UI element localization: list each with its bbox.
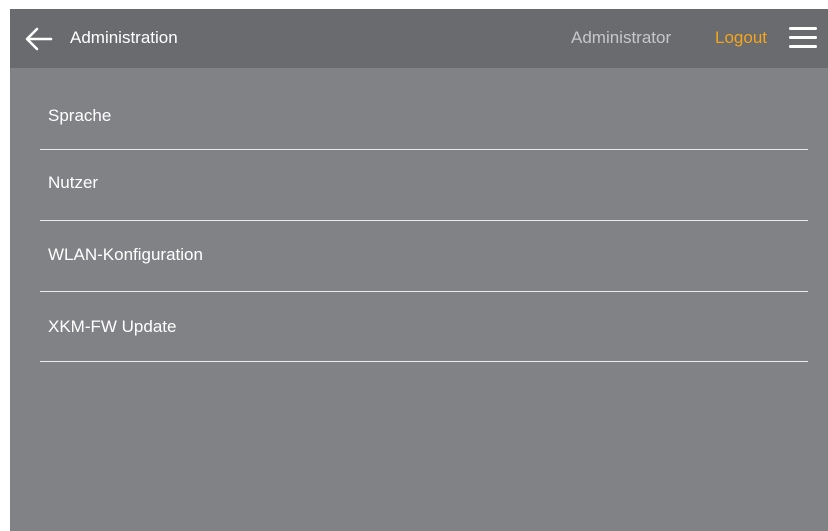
top-bar: Administration Administrator Logout (10, 9, 828, 68)
menu-item-label: Nutzer (48, 173, 99, 192)
logout-link[interactable]: Logout (715, 28, 767, 48)
menu-button[interactable] (789, 26, 819, 50)
menu-item-xkm-fw-update[interactable]: XKM-FW Update (40, 292, 808, 362)
admin-menu-list: Sprache Nutzer WLAN-Konfiguration XKM-FW… (40, 68, 808, 362)
app-screen: Administration Administrator Logout Spra… (10, 9, 828, 531)
back-button[interactable] (24, 26, 54, 52)
arrow-left-icon (25, 27, 53, 51)
menu-item-nutzer[interactable]: Nutzer (40, 150, 808, 221)
current-user-label: Administrator (571, 28, 672, 47)
menu-item-sprache[interactable]: Sprache (40, 68, 808, 150)
menu-item-label: Sprache (48, 106, 112, 125)
menu-item-label: XKM-FW Update (48, 317, 177, 336)
page-title: Administration (70, 28, 178, 47)
menu-item-label: WLAN-Konfiguration (48, 245, 203, 264)
menu-item-wlan-konfiguration[interactable]: WLAN-Konfiguration (40, 221, 808, 292)
